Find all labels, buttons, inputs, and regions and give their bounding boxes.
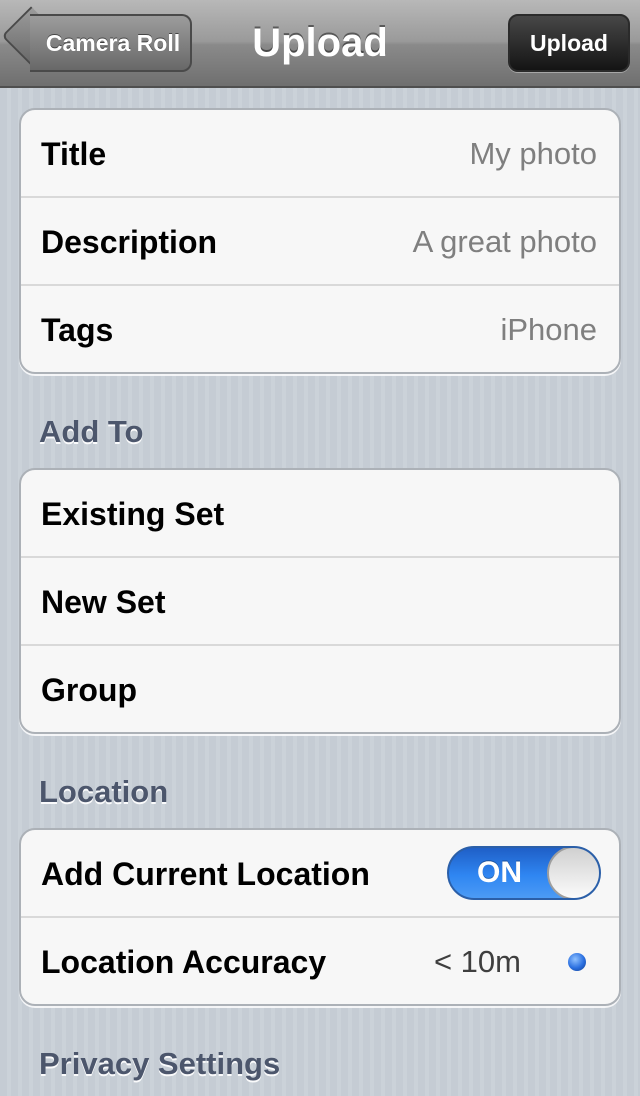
title-row[interactable]: Title My photo xyxy=(21,110,619,198)
tags-row[interactable]: Tags iPhone xyxy=(21,286,619,372)
privacy-settings-header: Privacy Settings xyxy=(39,1046,281,1081)
back-button[interactable]: Camera Roll xyxy=(30,14,192,72)
existing-set-row[interactable]: Existing Set xyxy=(21,470,619,558)
toggle-knob[interactable] xyxy=(547,848,599,898)
description-row[interactable]: Description A great photo xyxy=(21,198,619,286)
location-accuracy-value: < 10m xyxy=(433,944,521,979)
location-accuracy-label: Location Accuracy xyxy=(41,944,327,980)
location-group: Add Current Location ON Location Accurac… xyxy=(19,828,621,1006)
tags-value[interactable]: iPhone xyxy=(500,286,597,372)
navigation-bar: Upload Camera Roll Upload xyxy=(0,0,640,88)
tags-label: Tags xyxy=(41,312,114,348)
upload-button[interactable]: Upload xyxy=(508,14,630,72)
accuracy-indicator-icon xyxy=(568,953,586,971)
new-set-row[interactable]: New Set xyxy=(21,558,619,646)
add-current-location-row: Add Current Location ON xyxy=(21,830,619,918)
location-accuracy-row[interactable]: Location Accuracy < 10m xyxy=(21,918,619,1004)
location-header: Location xyxy=(39,774,169,809)
description-value[interactable]: A great photo xyxy=(413,198,597,286)
add-to-header: Add To xyxy=(39,414,144,449)
title-value[interactable]: My photo xyxy=(469,110,597,198)
new-set-label: New Set xyxy=(41,584,166,620)
photo-details-group: Title My photo Description A great photo… xyxy=(19,108,621,374)
toggle-state-label: ON xyxy=(477,856,522,889)
group-row[interactable]: Group xyxy=(21,646,619,732)
group-label: Group xyxy=(41,672,137,708)
title-label: Title xyxy=(41,136,107,172)
back-button-container[interactable]: Camera Roll xyxy=(0,0,200,88)
description-label: Description xyxy=(41,224,218,260)
add-to-group: Existing Set New Set Group xyxy=(19,468,621,734)
add-current-location-label: Add Current Location xyxy=(41,856,370,892)
location-toggle[interactable]: ON xyxy=(447,846,601,900)
existing-set-label: Existing Set xyxy=(41,496,225,532)
